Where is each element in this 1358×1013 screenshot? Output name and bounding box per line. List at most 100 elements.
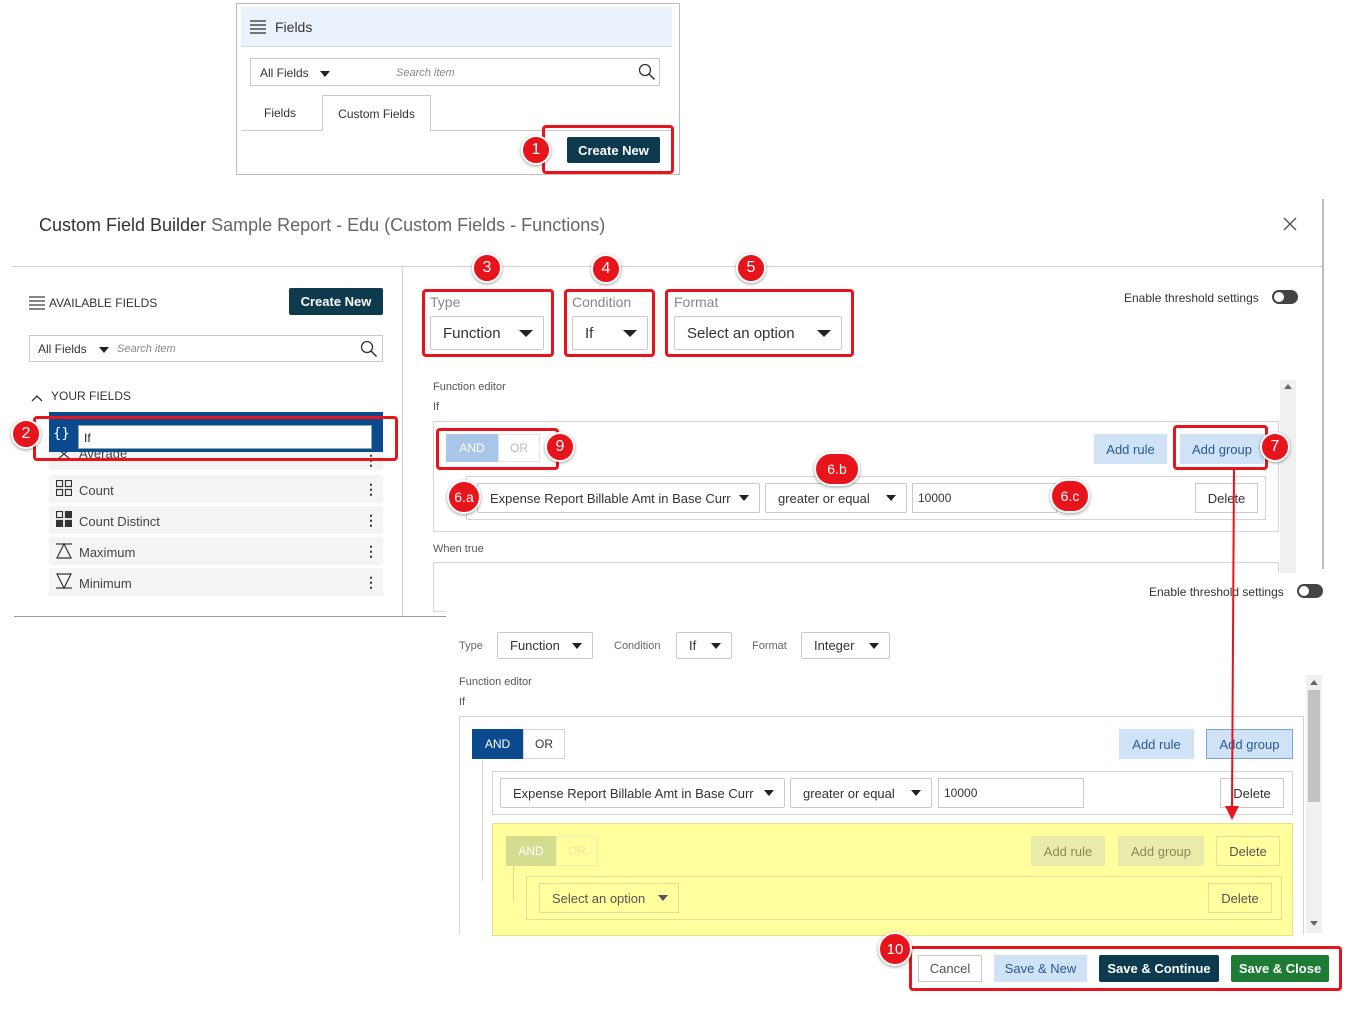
tree-connector-nested xyxy=(513,866,514,901)
rule-operator-dropdown-2[interactable]: greater or equal xyxy=(790,778,932,808)
count-icon xyxy=(55,479,73,499)
rule-value-input[interactable]: 10000 xyxy=(912,483,1057,513)
callout-box-5 xyxy=(665,289,854,357)
more-options-icon[interactable]: ⋮ xyxy=(364,512,378,529)
rule-field-dropdown-2[interactable]: Expense Report Billable Amt in Base Curr xyxy=(500,778,785,808)
list-item[interactable]: Maximum ⋮ xyxy=(49,537,383,565)
tab-fields[interactable]: Fields xyxy=(264,106,296,120)
function-editor-label: Function editor xyxy=(433,381,506,393)
and-label-3: AND xyxy=(518,844,544,858)
create-new-field-button[interactable]: Create New xyxy=(289,288,383,315)
chevron-up-icon[interactable] xyxy=(31,390,43,405)
callout-box-3 xyxy=(422,289,554,357)
threshold-toggle-2[interactable] xyxy=(1297,584,1323,598)
tree-connector xyxy=(482,759,483,881)
rule-operator-value-2: greater or equal xyxy=(803,785,895,801)
chevron-down-icon xyxy=(711,642,721,649)
available-search-input[interactable]: Search item xyxy=(117,343,176,355)
scroll-down-icon[interactable] xyxy=(1310,921,1318,926)
more-options-icon[interactable]: ⋮ xyxy=(364,481,378,498)
chevron-down-icon[interactable] xyxy=(99,347,109,353)
fields-search-bar[interactable]: All Fields Search item xyxy=(250,58,660,86)
list-item-label: Count xyxy=(79,483,114,498)
more-options-icon[interactable]: ⋮ xyxy=(364,543,378,560)
callout-4: 4 xyxy=(591,254,621,284)
list-item[interactable]: Minimum ⋮ xyxy=(49,568,383,596)
chevron-down-icon[interactable] xyxy=(320,71,330,77)
search-icon[interactable] xyxy=(360,340,378,361)
list-icon xyxy=(250,20,266,34)
scroll-thumb[interactable] xyxy=(1308,690,1320,802)
add-rule-label-3: Add rule xyxy=(1043,843,1093,859)
condition-dropdown-2[interactable]: If xyxy=(676,632,732,659)
arrow-annotation xyxy=(1225,468,1239,820)
more-options-icon[interactable]: ⋮ xyxy=(364,574,378,591)
scroll-up-icon[interactable] xyxy=(1310,680,1318,685)
list-item[interactable]: Count Distinct ⋮ xyxy=(49,506,383,534)
chevron-down-icon xyxy=(869,642,879,649)
delete-nested-rule-button[interactable]: Delete xyxy=(1208,883,1272,913)
chevron-down-icon xyxy=(764,790,774,796)
threshold-label-2: Enable threshold settings xyxy=(1149,585,1284,599)
list-item[interactable]: Count ⋮ xyxy=(49,475,383,503)
format-label-2: Format xyxy=(752,640,787,652)
fields-search-input[interactable]: Search item xyxy=(396,67,455,79)
callout-5: 5 xyxy=(736,253,766,283)
type-value-2: Function xyxy=(510,638,560,653)
callout-1: 1 xyxy=(521,135,551,165)
type-dropdown-2[interactable]: Function xyxy=(497,632,593,659)
or-label-2: OR xyxy=(535,737,553,751)
threshold-toggle[interactable] xyxy=(1272,290,1298,304)
and-button-2[interactable]: AND xyxy=(472,729,523,759)
or-button-3[interactable]: OR xyxy=(556,836,598,866)
rule-row: Expense Report Billable Amt in Base Curr… xyxy=(466,476,1266,520)
fields-panel-title: Fields xyxy=(275,19,313,35)
list-item-label: Maximum xyxy=(79,545,136,560)
rule-group-2: AND OR Add rule Add group Expense Report… xyxy=(459,716,1304,936)
callout-box-2 xyxy=(33,416,398,461)
chevron-down-icon xyxy=(572,642,582,649)
function-editor-label-2: Function editor xyxy=(459,676,532,688)
delete-nested-label: Delete xyxy=(1221,890,1259,906)
if-label-2: If xyxy=(459,696,466,708)
nested-field-dropdown[interactable]: Select an option xyxy=(539,883,679,913)
dialog-title-bold: Custom Field Builder xyxy=(39,215,207,235)
your-fields-heading[interactable]: YOUR FIELDS xyxy=(51,389,131,403)
delete-group-label: Delete xyxy=(1229,843,1267,859)
add-group-label-3: Add group xyxy=(1131,843,1191,859)
chevron-down-icon xyxy=(658,895,668,901)
scroll-up-icon[interactable] xyxy=(1284,384,1292,389)
rule-operator-dropdown[interactable]: greater or equal xyxy=(765,483,907,513)
delete-group-button[interactable]: Delete xyxy=(1216,836,1280,866)
add-rule-button-2[interactable]: Add rule xyxy=(1119,729,1194,759)
callout-box-1 xyxy=(542,125,674,174)
add-rule-button[interactable]: Add rule xyxy=(1094,434,1167,464)
format-dropdown-2[interactable]: Integer xyxy=(801,632,890,659)
tab-custom-fields[interactable]: Custom Fields xyxy=(322,95,431,131)
condition-label-2: Condition xyxy=(614,640,661,652)
list-item-label: Minimum xyxy=(79,576,132,591)
nested-field-value: Select an option xyxy=(552,890,646,906)
available-filter-label[interactable]: All Fields xyxy=(38,342,87,356)
format-value-2: Integer xyxy=(814,638,855,653)
if-label: If xyxy=(433,401,440,413)
add-group-button-3[interactable]: Add group xyxy=(1118,836,1204,866)
dialog-bottom-border xyxy=(14,616,450,617)
fields-filter-label[interactable]: All Fields xyxy=(260,66,309,80)
rule-field-dropdown[interactable]: Expense Report Billable Amt in Base Curr xyxy=(477,483,760,513)
rule-value-2: 10000 xyxy=(944,786,978,800)
rule-value-input-2[interactable]: 10000 xyxy=(938,778,1084,808)
search-icon[interactable] xyxy=(638,63,656,84)
chevron-down-icon xyxy=(739,495,749,501)
add-rule-button-3[interactable]: Add rule xyxy=(1031,836,1105,866)
scrollbar-2[interactable] xyxy=(1306,675,1322,933)
or-button-2[interactable]: OR xyxy=(523,729,565,759)
callout-10: 10 xyxy=(878,932,912,966)
and-button-3[interactable]: AND xyxy=(506,836,556,866)
nested-group-highlighted: AND OR Add rule Add group Delete Select … xyxy=(492,823,1293,936)
close-icon[interactable] xyxy=(1283,217,1297,234)
available-fields-search[interactable]: All Fields Search item xyxy=(29,335,383,362)
rule-value: 10000 xyxy=(918,491,952,505)
add-rule-label-2: Add rule xyxy=(1132,736,1181,752)
count-distinct-icon xyxy=(55,510,73,530)
